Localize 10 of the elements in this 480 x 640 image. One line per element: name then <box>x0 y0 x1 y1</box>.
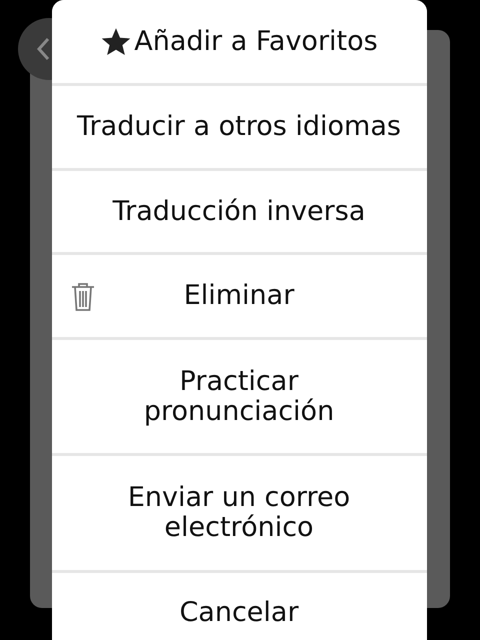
menu-item[interactable]: Cancelar <box>52 573 426 640</box>
star-icon <box>100 26 132 56</box>
menu-item[interactable]: Añadir a Favoritos <box>52 0 426 83</box>
menu-item[interactable]: Traducir a otros idiomas <box>52 86 426 168</box>
back-icon <box>36 37 50 61</box>
menu-item[interactable]: Enviar un correo electrónico <box>52 456 426 570</box>
menu-item[interactable]: Traducción inversa <box>52 171 426 252</box>
trash-icon <box>70 281 96 313</box>
menu-item[interactable]: Practicar pronunciación <box>52 340 426 453</box>
menu-item[interactable]: Eliminar <box>52 255 426 337</box>
